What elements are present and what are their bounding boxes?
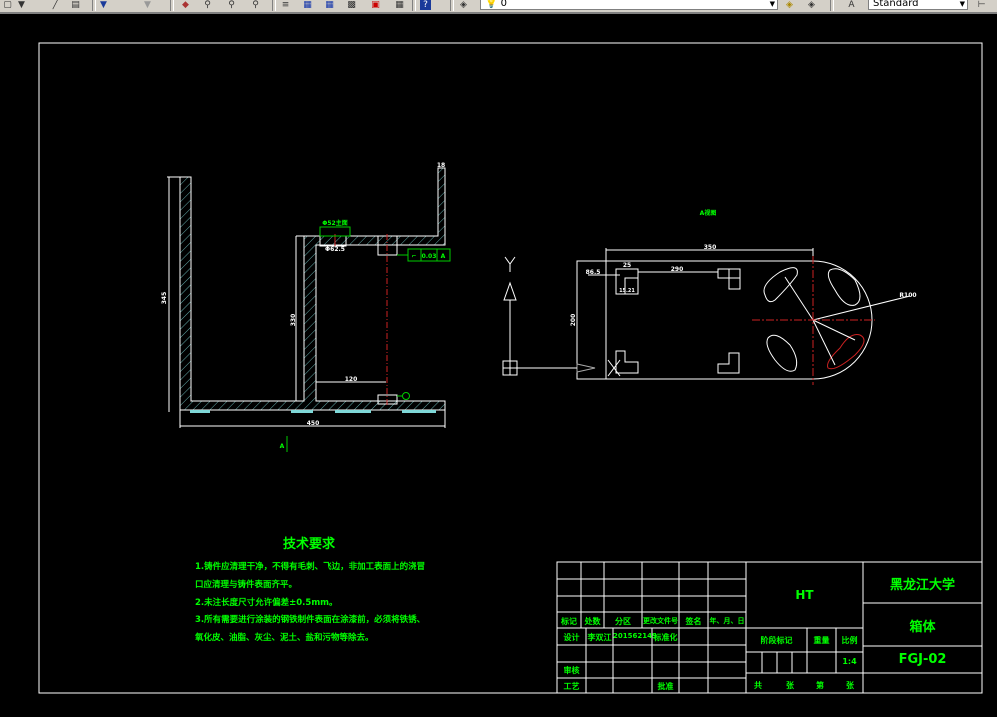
dim-hole-tol: 15.21 xyxy=(619,288,635,294)
header-count: 处数 xyxy=(584,617,601,626)
drawing-number: FGJ-02 xyxy=(898,652,947,667)
dim-inner-offset: 120 xyxy=(345,376,358,383)
header-zone: 分区 xyxy=(615,617,631,626)
tech-requirement-line: 口应清理与铸件表面齐平。 xyxy=(195,580,298,590)
top-view-title: A视图 xyxy=(700,209,717,217)
stage-mark-label: 阶段标记 xyxy=(760,636,793,645)
tech-requirement-line: 氧化皮、油脂、灰尘、泥土、盐和污物等除去。 xyxy=(195,633,374,643)
school-name: 黑龙江大学 xyxy=(889,578,955,593)
tech-requirements-title: 技术要求 xyxy=(283,537,336,552)
dim-inner-width: 290 xyxy=(671,266,684,273)
header-date: 年、月、日 xyxy=(709,617,745,625)
sheet-no-label: 第 xyxy=(816,681,824,690)
sheets-label: 张 xyxy=(786,681,794,690)
ucs-icon xyxy=(502,256,577,376)
designer-name: 李双江 xyxy=(587,633,612,642)
sheet-label: 张 xyxy=(846,681,854,690)
approve-label: 批准 xyxy=(657,682,674,691)
part-name: 箱体 xyxy=(909,620,936,635)
dim-hole-spacing: 25 xyxy=(623,262,631,269)
dim-width: 350 xyxy=(704,244,717,251)
dim-radius: R100 xyxy=(899,292,916,299)
process-label: 工艺 xyxy=(563,682,580,691)
dim-height-left: 345 xyxy=(161,292,168,305)
total-label: 共 xyxy=(754,681,762,690)
header-change-doc: 更改文件号 xyxy=(643,617,678,625)
scale-label: 比例 xyxy=(841,636,858,645)
dim-hole-offset: 86.5 xyxy=(586,269,601,276)
front-view xyxy=(167,167,446,428)
section-hatch xyxy=(179,167,446,411)
roughness-label: Φ52主面 xyxy=(322,219,347,227)
header-mark: 标记 xyxy=(561,617,577,626)
scale-value: 1:4 xyxy=(842,657,857,666)
review-label: 审核 xyxy=(563,666,580,675)
drawing-canvas[interactable]: 345 330 450 120 18 Φ62.5 Φ52主面 ⌐ 0.03 A … xyxy=(0,0,997,717)
weight-label: 重量 xyxy=(813,636,830,645)
standardization-label: 标准化 xyxy=(653,633,678,642)
tolerance-datum: A xyxy=(441,253,446,260)
tolerance-value: 0.03 xyxy=(422,253,437,260)
dim-height: 200 xyxy=(570,314,577,327)
design-label: 设计 xyxy=(563,633,580,642)
section-label: A xyxy=(280,443,285,450)
tech-requirement-line: 2.未注长度尺寸允许偏差±0.5mm。 xyxy=(195,598,338,608)
header-signature: 签名 xyxy=(685,617,702,626)
tech-requirement-line: 1.铸件应清理干净，不得有毛刺、飞边，非加工表面上的浇冒 xyxy=(195,562,426,572)
material: HT xyxy=(795,588,814,602)
dim-tol-top: Φ62.5 xyxy=(325,246,345,253)
dim-height-inner: 330 xyxy=(290,314,297,327)
dim-top-right: 18 xyxy=(437,162,445,169)
tolerance-symbol: ⌐ xyxy=(411,253,416,260)
dim-width-bottom: 450 xyxy=(307,420,320,427)
designer-id: 201562149 xyxy=(613,632,657,640)
tech-requirement-line: 3.所有需要进行涂装的钢铁制件表面在涂漆前，必须将铁锈、 xyxy=(195,615,426,625)
